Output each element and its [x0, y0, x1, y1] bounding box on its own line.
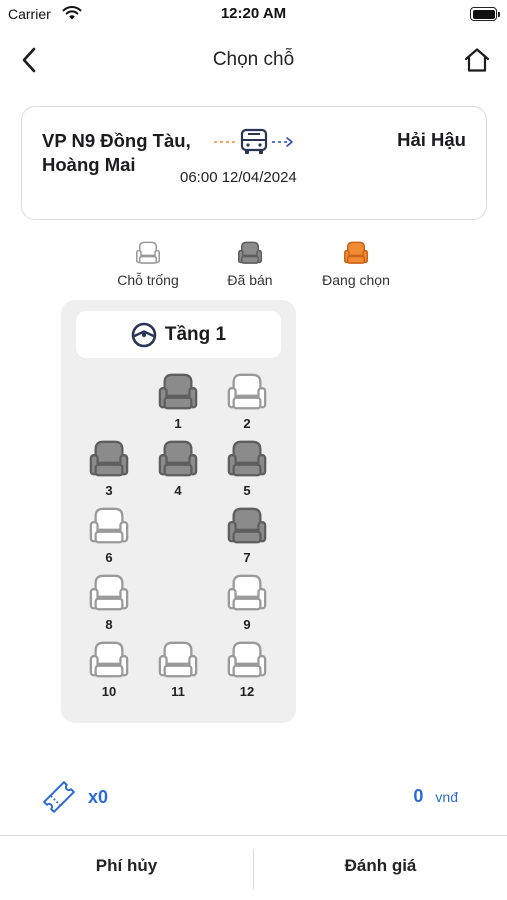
seat-7[interactable]: 7: [225, 504, 269, 565]
trip-card: VP N9 Đồng Tàu, Hoàng Mai Hải Hậu 06:00 …: [21, 106, 487, 220]
bottom-bar: Phí hủy Đánh giá: [0, 835, 507, 900]
deck-header[interactable]: Tầng 1: [76, 311, 281, 358]
seat-number: 7: [243, 550, 251, 565]
steering-wheel-icon: [131, 322, 157, 347]
seat-9[interactable]: 9: [225, 571, 269, 632]
legend-selecting: Đang chọn: [314, 240, 398, 288]
seat-11[interactable]: 11: [156, 638, 200, 699]
legend-available: Chỗ trống: [111, 240, 185, 288]
trip-origin: VP N9 Đồng Tàu, Hoàng Mai: [42, 130, 191, 175]
seat-icon: [89, 641, 129, 678]
seat-12[interactable]: 12: [225, 638, 269, 699]
seat-6[interactable]: 6: [87, 504, 131, 565]
deck-label: Tầng 1: [164, 323, 227, 345]
nav-bar: Chọn chỗ: [0, 38, 507, 82]
seat-sold-icon: [238, 241, 262, 264]
seat-number: 9: [243, 617, 251, 632]
currency-label: vnđ: [435, 789, 458, 805]
cancel-fee-button[interactable]: Phí hủy: [0, 836, 253, 896]
legend-selecting-label: Đang chọn: [322, 272, 390, 288]
seat-selecting-icon: [344, 241, 368, 264]
status-time: 12:20 AM: [220, 5, 287, 22]
trip-destination: Hải Hậu: [397, 129, 466, 150]
bus-icon: [214, 128, 293, 154]
seat-icon: [227, 641, 267, 678]
seat-5[interactable]: 5: [225, 437, 269, 498]
seat-icon: [227, 440, 267, 477]
trip-departure-time: 06:00 12/04/2024: [180, 169, 297, 186]
seat-number: 2: [243, 416, 251, 431]
seat-number: 10: [101, 684, 117, 699]
legend-sold-label: Đã bán: [227, 272, 273, 288]
total-price: 0 vnđ: [413, 786, 458, 807]
seat-number: 12: [239, 684, 255, 699]
legend-available-label: Chỗ trống: [117, 272, 179, 288]
seat-2[interactable]: 2: [225, 370, 269, 431]
seat-number: 5: [243, 483, 251, 498]
review-button[interactable]: Đánh giá: [254, 836, 507, 896]
seat-icon: [158, 440, 198, 477]
ticket-count: x0: [40, 778, 108, 816]
legend-sold: Đã bán: [220, 240, 280, 288]
page-title: Chọn chỗ: [212, 49, 295, 70]
seat-1[interactable]: 1: [156, 370, 200, 431]
total-amount: 0: [413, 786, 424, 806]
seat-icon: [227, 373, 267, 410]
seat-icon: [227, 507, 267, 544]
seat-number: 6: [105, 550, 113, 565]
seat-icon: [158, 373, 198, 410]
seat-10[interactable]: 10: [87, 638, 131, 699]
seat-number: 1: [174, 416, 182, 431]
seat-icon: [227, 574, 267, 611]
ticket-quantity: x0: [88, 786, 109, 807]
seat-icon: [89, 507, 129, 544]
status-bar: Carrier 12:20 AM: [0, 0, 507, 30]
seat-3[interactable]: 3: [87, 437, 131, 498]
seat-number: 8: [105, 617, 113, 632]
seat-number: 4: [174, 483, 182, 498]
battery-icon: [470, 7, 500, 21]
seat-icon: [158, 641, 198, 678]
seat-number: 3: [105, 483, 113, 498]
seat-icon: [89, 440, 129, 477]
ticket-icon: [43, 781, 75, 813]
seat-8[interactable]: 8: [87, 571, 131, 632]
home-button[interactable]: [459, 44, 495, 76]
seat-4[interactable]: 4: [156, 437, 200, 498]
seat-available-icon: [136, 241, 160, 264]
seat-icon: [89, 574, 129, 611]
seat-number: 11: [171, 684, 185, 699]
home-icon: [464, 48, 490, 72]
